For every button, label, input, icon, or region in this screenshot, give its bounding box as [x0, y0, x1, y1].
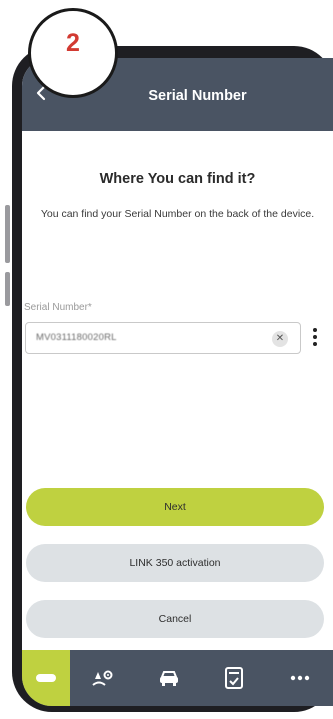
checklist-icon [225, 667, 244, 689]
next-button[interactable]: Next [26, 488, 324, 526]
kebab-menu-icon[interactable] [312, 328, 318, 348]
tab-location-settings[interactable] [70, 650, 136, 706]
tab-device[interactable] [22, 650, 70, 706]
step-number: 2 [66, 29, 80, 57]
phone-side-button [5, 272, 10, 306]
content-title: Where You can find it? [99, 171, 256, 187]
location-settings-icon [92, 670, 113, 686]
phone-side-button [5, 205, 10, 263]
device-icon [36, 674, 56, 682]
step-number-badge: 2 [28, 8, 118, 98]
clear-input-button[interactable]: ✕ [272, 331, 288, 347]
more-icon [290, 675, 310, 681]
tab-vehicle[interactable] [136, 650, 202, 706]
bottom-tab-bar [22, 650, 333, 706]
phone-screen: Serial Number Where You can find it? You… [22, 58, 333, 706]
serial-number-input[interactable]: MV0311180020RL ✕ [25, 322, 301, 354]
content-description: You can find your Serial Number on the b… [40, 208, 315, 220]
cancel-button[interactable]: Cancel [26, 600, 324, 638]
link-activation-button[interactable]: LINK 350 activation [26, 544, 324, 582]
serial-number-label: Serial Number* [24, 302, 92, 313]
car-icon [159, 671, 178, 686]
serial-number-value: MV0311180020RL [36, 332, 117, 343]
tab-checklist[interactable] [202, 650, 268, 706]
tab-more[interactable] [267, 650, 333, 706]
